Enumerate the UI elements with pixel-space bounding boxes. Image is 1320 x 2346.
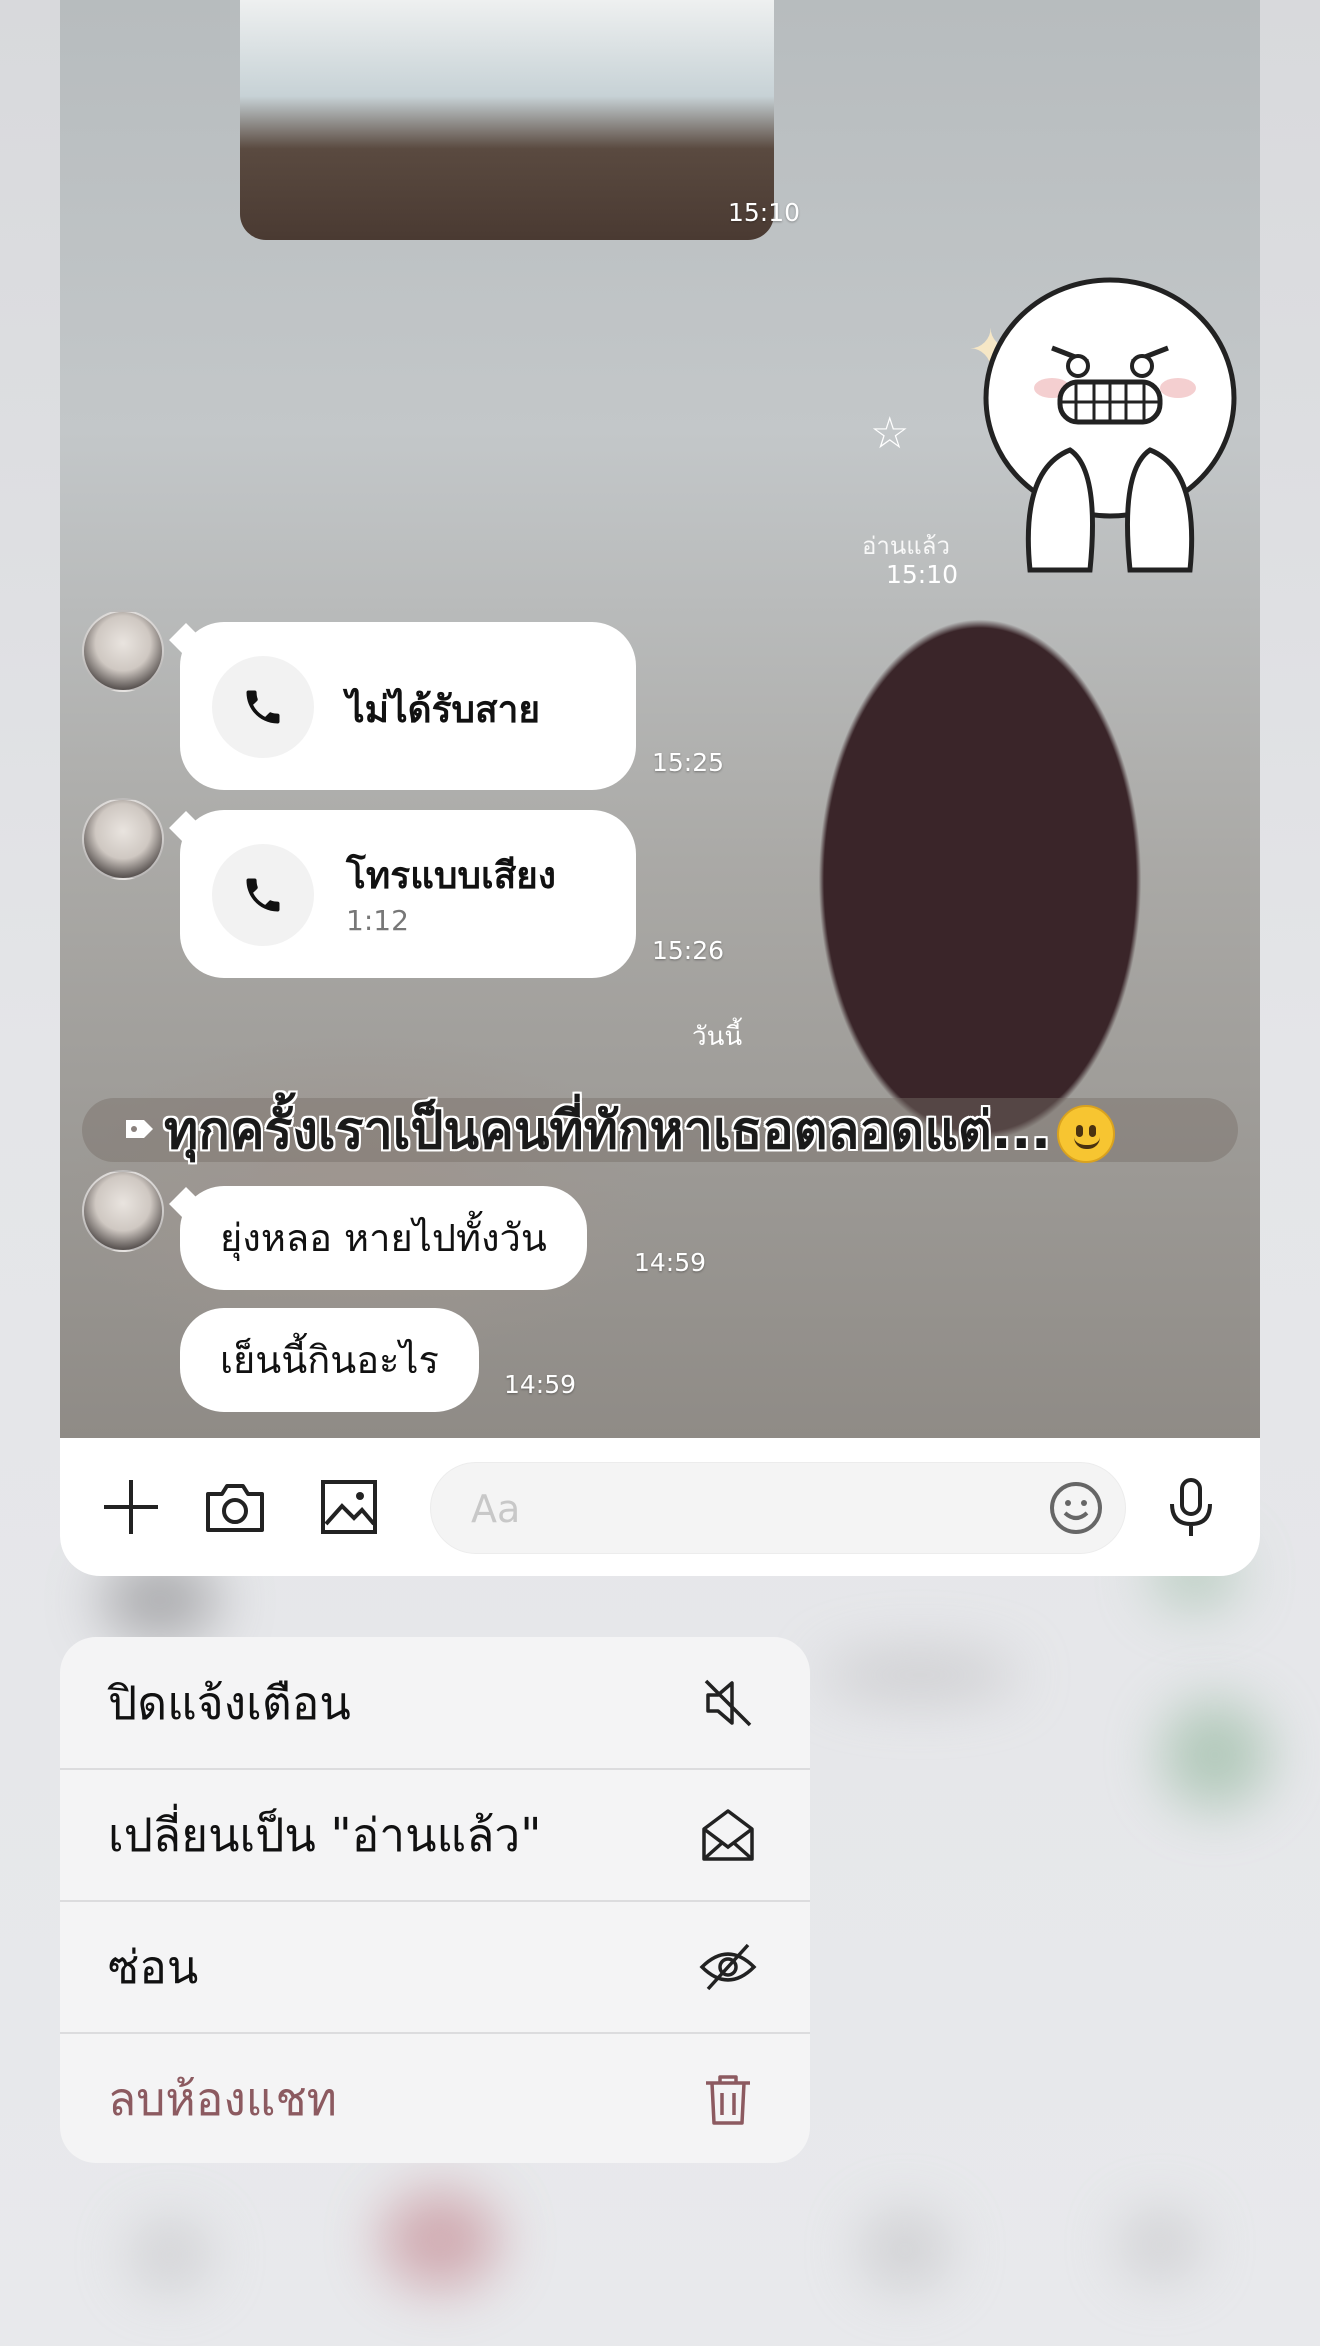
chat-preview-card: 15:10 ✦ ☆ อ่านแล้ว 15:10 ไม่ได้รับสาย 15… — [60, 0, 1260, 1576]
image-icon[interactable] — [314, 1472, 384, 1542]
avatar[interactable] — [82, 610, 164, 692]
call-title: โทรแบบเสียง — [346, 854, 556, 897]
call-title: ไม่ได้รับสาย — [346, 688, 541, 731]
plus-icon[interactable] — [96, 1472, 166, 1542]
phone-icon — [212, 656, 314, 758]
mute-icon — [704, 1679, 752, 1727]
hide-chat-item[interactable]: ซ่อน — [60, 1901, 810, 2033]
message-bubble[interactable]: ยุ่งหลอ หายไปทั้งวัน — [169, 1186, 587, 1290]
message-input-bar — [60, 1438, 1260, 1576]
photo-message[interactable] — [240, 0, 774, 240]
menu-item-label: เปลี่ยนเป็น "อ่านแล้ว" — [108, 1808, 542, 1862]
message-field[interactable] — [430, 1462, 1126, 1555]
phone-icon — [212, 844, 314, 946]
emoji-icon[interactable] — [1045, 1477, 1107, 1539]
avatar[interactable] — [82, 798, 164, 880]
message-bubble[interactable]: เย็นนี้กินอะไร — [180, 1308, 479, 1412]
delete-chat-item[interactable]: ลบห้องแชท — [60, 2033, 810, 2163]
missed-call-bubble[interactable]: ไม่ได้รับสาย — [169, 622, 636, 790]
star-icon: ☆ — [870, 408, 910, 459]
menu-item-label: ซ่อน — [108, 1940, 199, 1994]
announcement-text: ทุกครั้งเราเป็นคนที่ทักหาเธอตลอดแต่... — [164, 1088, 1115, 1171]
voice-call-bubble[interactable]: โทรแบบเสียง 1:12 — [169, 810, 636, 978]
avatar[interactable] — [82, 1170, 164, 1252]
message-time: 14:59 — [634, 1248, 707, 1277]
message-time: 15:26 — [652, 936, 725, 965]
tag-icon — [126, 1120, 153, 1138]
trash-icon — [706, 2075, 750, 2125]
microphone-icon[interactable] — [1156, 1472, 1226, 1542]
menu-item-label: ลบห้องแชท — [108, 2072, 337, 2126]
chat-context-menu: ปิดแจ้งเตือน เปลี่ยนเป็น "อ่านแล้ว" ซ่อน… — [60, 1637, 810, 2163]
sticker-time: 15:10 — [886, 560, 959, 589]
photo-time: 15:10 — [728, 198, 801, 227]
message-text: ยุ่งหลอ หายไปทั้งวัน — [220, 1216, 547, 1260]
menu-item-label: ปิดแจ้งเตือน — [108, 1676, 351, 1730]
camera-icon[interactable] — [200, 1472, 270, 1542]
message-time: 15:25 — [652, 748, 725, 777]
message-text: เย็นนี้กินอะไร — [220, 1338, 439, 1382]
eye-slash-icon — [699, 1943, 757, 1991]
date-separator: วันนี้ — [692, 1022, 743, 1052]
open-envelope-icon — [702, 1809, 754, 1861]
message-time: 14:59 — [504, 1370, 577, 1399]
sticker-message[interactable] — [960, 270, 1240, 590]
call-duration: 1:12 — [346, 904, 409, 937]
smile-emoji-icon — [1056, 1105, 1115, 1163]
mute-notifications-item[interactable]: ปิดแจ้งเตือน — [60, 1637, 810, 1769]
mark-as-read-item[interactable]: เปลี่ยนเป็น "อ่านแล้ว" — [60, 1769, 810, 1901]
message-input[interactable] — [471, 1463, 1031, 1555]
